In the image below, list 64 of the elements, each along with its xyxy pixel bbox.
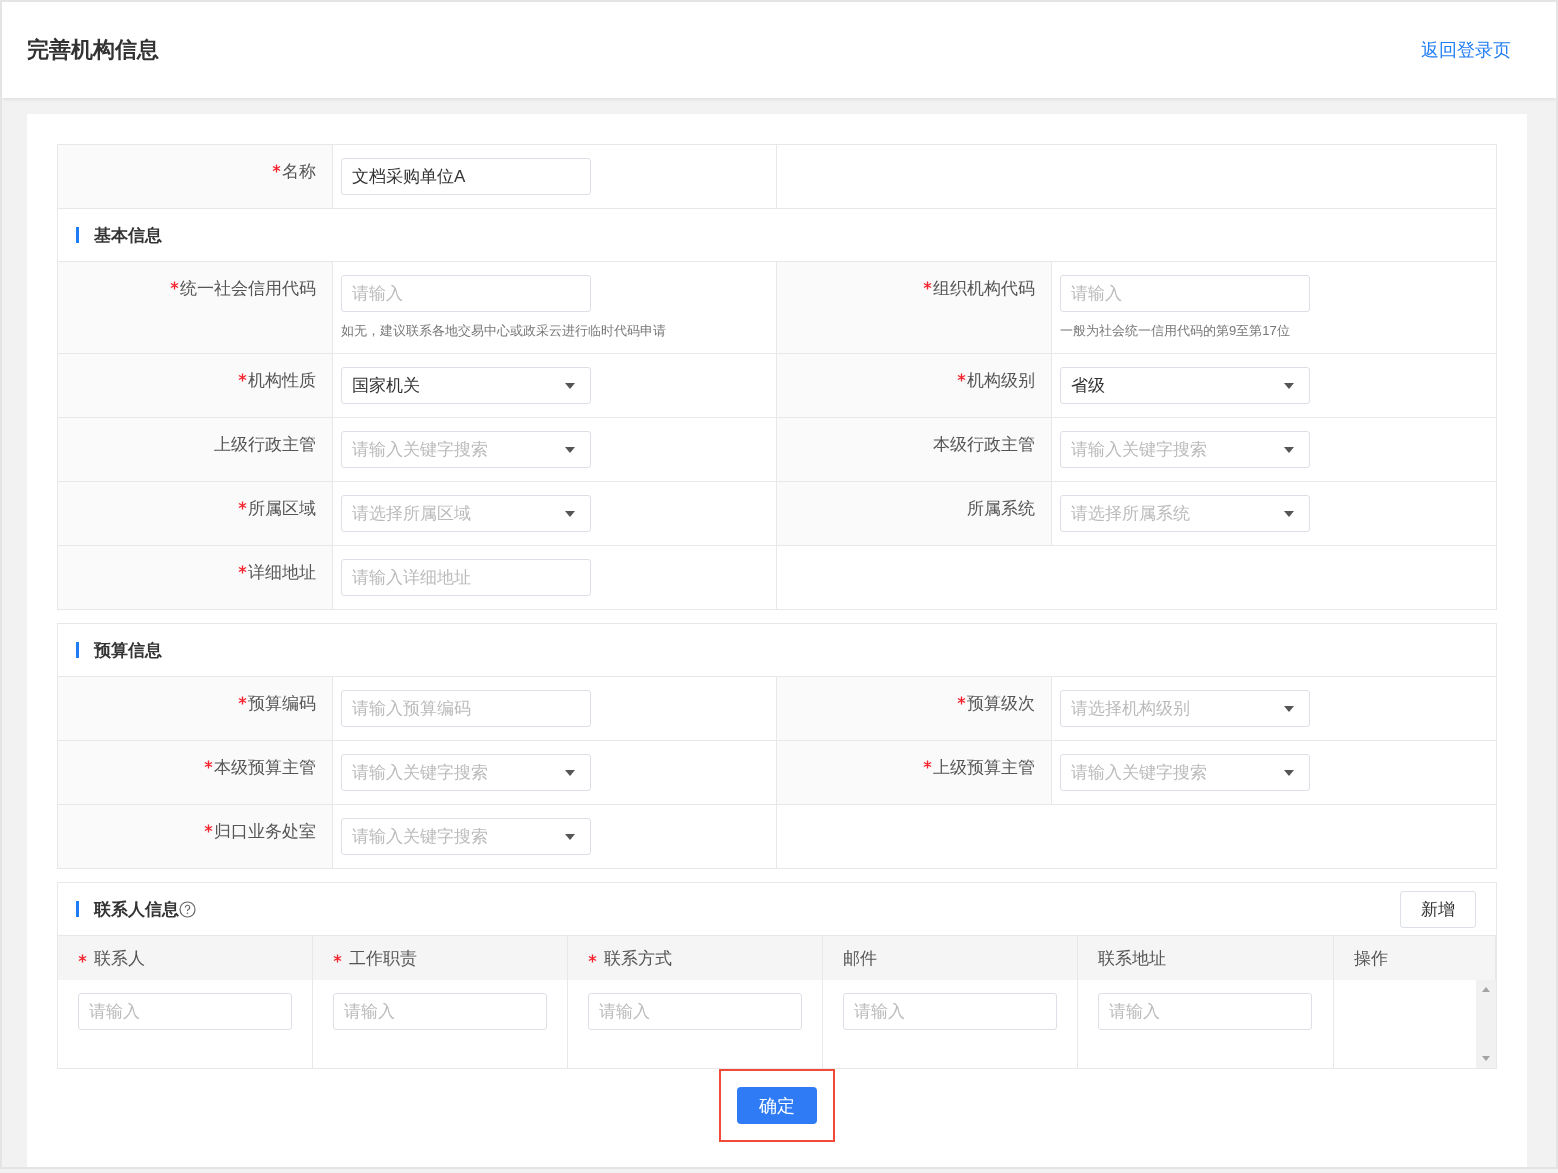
dropdown-field[interactable]: 请输入关键字搜索 [341,754,591,791]
dropdown-field[interactable]: 请输入关键字搜索 [1060,431,1310,468]
field-label: 组织机构代码 [933,279,1035,298]
column-header: 操作 [1354,947,1388,970]
section-title: 联系人信息 [94,898,179,921]
dropdown-field[interactable]: 请输入关键字搜索 [341,431,591,468]
section-title: 基本信息 [94,224,162,247]
field-label: 机构性质 [248,371,316,390]
caret-icon [565,770,575,776]
column-header: 联系人 [94,947,145,970]
input-field[interactable]: 请输入 [333,993,547,1030]
caret-icon [565,447,575,453]
input-field[interactable]: 请输入预算编码 [341,690,591,727]
caret-icon [565,383,575,389]
dropdown-field[interactable]: 国家机关 [341,367,591,404]
dropdown-field[interactable]: 请选择所属区域 [341,495,591,532]
field-label: 机构级别 [967,371,1035,390]
field-label: 本级预算主管 [214,758,316,777]
input-field[interactable]: 请输入 [341,275,591,312]
input-field[interactable]: 请输入 [78,993,292,1030]
field-label: 所属区域 [248,499,316,518]
field-label: 所属系统 [967,499,1035,518]
input-field[interactable]: 请输入 [1060,275,1310,312]
input-field[interactable]: 文档采购单位A [341,158,591,195]
column-header: 邮件 [843,947,877,970]
field-label: 详细地址 [248,563,316,582]
input-field[interactable]: 请输入 [1098,993,1312,1030]
hint-text: 一般为社会统一信用代码的第9至第17位 [1060,322,1291,340]
caret-icon [565,511,575,517]
add-button[interactable]: 新增 [1400,890,1476,928]
field-label: 上级行政主管 [214,435,316,454]
section-marker [76,642,79,658]
caret-icon [1284,383,1294,389]
dropdown-field[interactable]: 请选择机构级别 [1060,690,1310,727]
caret-icon [1284,511,1294,517]
column-header: 联系方式 [604,947,672,970]
caret-icon [1284,447,1294,453]
section-marker [76,901,79,917]
field-label: 统一社会信用代码 [180,279,316,298]
dropdown-field[interactable]: 省级 [1060,367,1310,404]
dropdown-field[interactable]: 请选择所属系统 [1060,495,1310,532]
caret-icon [565,834,575,840]
field-label: 名称 [282,162,316,181]
confirm-button[interactable]: 确定 [737,1087,817,1124]
field-label: 本级行政主管 [933,435,1035,454]
hint-text: 如无，建议联系各地交易中心或政采云进行临时代码申请 [341,322,667,340]
back-to-login-link[interactable]: 返回登录页 [1421,38,1511,62]
dropdown-field[interactable]: 请输入关键字搜索 [1060,754,1310,791]
input-field[interactable]: 请输入 [588,993,802,1030]
field-label: 上级预算主管 [933,758,1035,777]
field-label: 归口业务处室 [214,822,316,841]
field-label: 预算编码 [248,694,316,713]
dropdown-field[interactable]: 请输入关键字搜索 [341,818,591,855]
input-field[interactable]: 请输入 [843,993,1057,1030]
caret-icon [1284,706,1294,712]
section-title: 预算信息 [94,639,162,662]
column-header: 工作职责 [349,947,417,970]
page-title: 完善机构信息 [27,36,159,64]
caret-icon [1284,770,1294,776]
input-field[interactable]: 请输入详细地址 [341,559,591,596]
field-label: 预算级次 [967,694,1035,713]
section-marker [76,227,79,243]
column-header: 联系地址 [1098,947,1166,970]
help-icon[interactable] [179,900,196,918]
